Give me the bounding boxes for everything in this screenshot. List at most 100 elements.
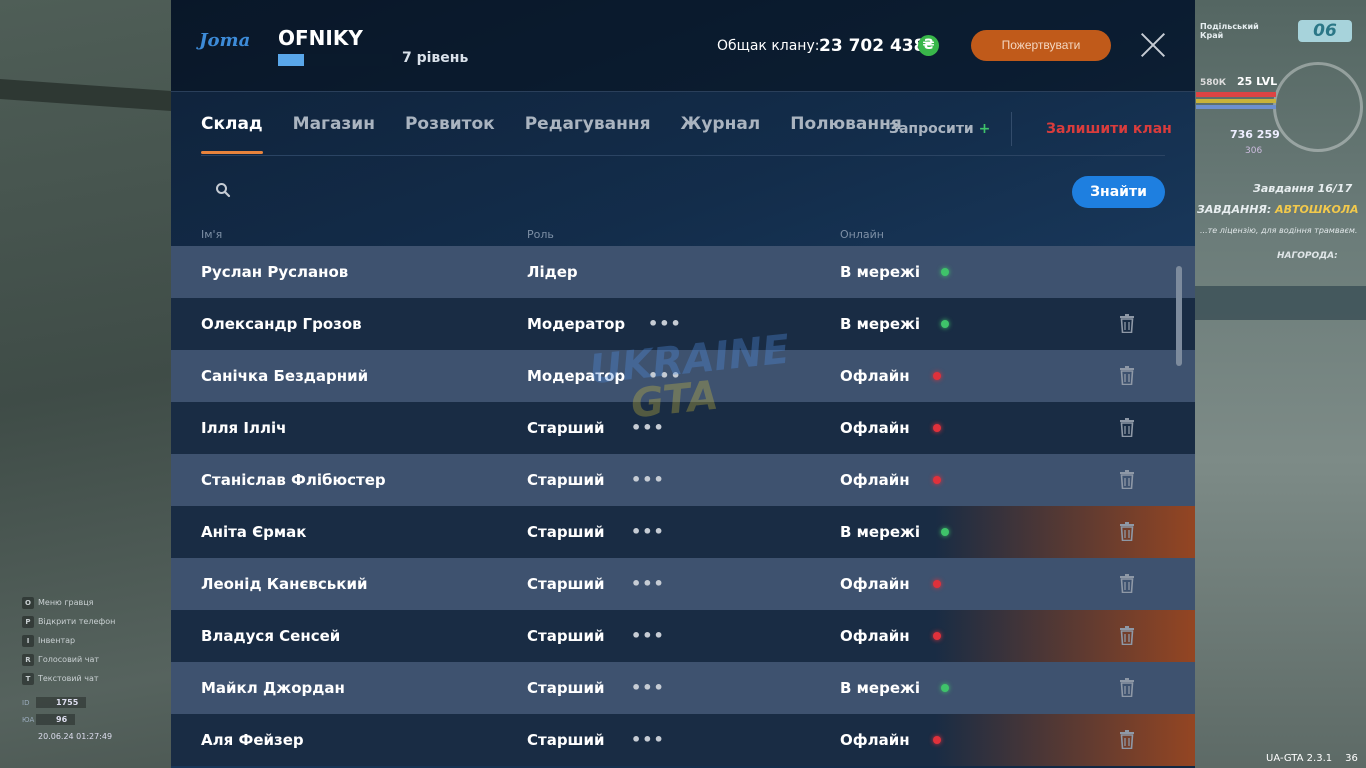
- member-role: Модератор: [527, 315, 626, 333]
- quest-name: ЗАВДАННЯ: АВТОШКОЛА: [1197, 203, 1359, 216]
- table-row[interactable]: Владуся Сенсей Старший ••• Офлайн: [171, 610, 1195, 662]
- quest-value: АВТОШКОЛА: [1275, 203, 1359, 216]
- member-name: Руслан Русланов: [201, 263, 349, 281]
- member-status: Офлайн: [840, 471, 910, 489]
- more-options-icon[interactable]: •••: [648, 314, 682, 333]
- donate-button[interactable]: Пожертвувати: [971, 30, 1111, 61]
- status-indicator: [933, 736, 941, 744]
- plus-icon: +: [978, 121, 991, 137]
- trash-icon[interactable]: [1119, 678, 1135, 697]
- member-role: Старший: [527, 471, 605, 489]
- clan-level: 7 рівень: [402, 50, 469, 66]
- member-name: Леонід Канєвський: [201, 575, 368, 593]
- find-button[interactable]: Знайти: [1072, 176, 1165, 208]
- tab-item[interactable]: Розвиток: [405, 114, 495, 154]
- member-role: Старший: [527, 575, 605, 593]
- stat-value: 96: [36, 714, 76, 725]
- hud-cash: 736 259: [1230, 128, 1280, 141]
- member-status: Офлайн: [840, 575, 910, 593]
- status-indicator: [933, 632, 941, 640]
- quest-label: ЗАВДАННЯ:: [1197, 203, 1272, 216]
- level-progress-fill: [278, 54, 305, 66]
- background-bar: [1195, 286, 1366, 320]
- game-version: UA-GTA 2.3.1 36: [1266, 753, 1358, 764]
- keybind-key: R: [22, 653, 34, 666]
- tab-item[interactable]: Полювання: [790, 114, 902, 154]
- status-indicator: [933, 580, 941, 588]
- member-name: Майкл Джордан: [201, 679, 345, 697]
- member-role: Старший: [527, 731, 605, 749]
- quest-title: Завдання 16/17: [1253, 182, 1353, 195]
- currency-icon: ₴: [918, 35, 939, 56]
- table-row[interactable]: Леонід Канєвський Старший ••• Офлайн: [171, 558, 1195, 610]
- members-table: Руслан Русланов Лідер В мережі Олександр Гр…: [171, 246, 1195, 766]
- status-indicator: [933, 372, 941, 380]
- member-role: Старший: [527, 523, 605, 541]
- more-options-icon[interactable]: •••: [631, 574, 665, 593]
- treasury-value: 23 702 438: [819, 36, 926, 56]
- more-options-icon[interactable]: •••: [631, 470, 665, 489]
- tab-item[interactable]: Склад: [201, 114, 263, 154]
- trash-icon[interactable]: [1119, 730, 1135, 749]
- keybind-key: O: [22, 596, 34, 609]
- trash-icon[interactable]: [1119, 574, 1135, 593]
- close-icon[interactable]: [1140, 32, 1166, 58]
- trash-icon[interactable]: [1119, 314, 1135, 333]
- hud-region-name: Подільський Край: [1200, 22, 1259, 40]
- column-header-name: Ім'я: [201, 228, 223, 241]
- table-row[interactable]: Аля Фейзер Старший ••• Офлайн: [171, 714, 1195, 766]
- more-options-icon[interactable]: •••: [631, 522, 665, 541]
- member-status: В мережі: [840, 263, 921, 281]
- tab-bar: Склад Магазин Розвиток Редагування Журнал Пол…: [201, 114, 932, 154]
- status-indicator: [941, 268, 949, 276]
- search-icon: [216, 183, 231, 198]
- hud-coins: 306: [1245, 146, 1263, 156]
- trash-icon[interactable]: [1119, 626, 1135, 645]
- member-role: Лідер: [527, 263, 578, 281]
- trash-icon[interactable]: [1119, 366, 1135, 385]
- hud-hunger-bar: [1196, 99, 1276, 103]
- table-row[interactable]: Майкл Джордан Старший ••• В мережі: [171, 662, 1195, 714]
- tab-item[interactable]: Журнал: [681, 114, 761, 154]
- leave-clan-button[interactable]: Залишити клан: [1046, 121, 1172, 137]
- column-header-role: Роль: [527, 228, 554, 241]
- tab-divider: [201, 155, 1165, 156]
- member-status: В мережі: [840, 315, 921, 333]
- trash-icon[interactable]: [1119, 522, 1135, 541]
- clan-logo: Joma: [199, 30, 251, 51]
- keybind-label: Текстовий чат: [38, 674, 99, 683]
- invite-label: Запросити: [889, 121, 974, 137]
- more-options-icon[interactable]: •••: [631, 626, 665, 645]
- quest-reward: НАГОРОДА:: [1277, 251, 1338, 261]
- trash-icon[interactable]: [1119, 418, 1135, 437]
- member-status: В мережі: [840, 679, 921, 697]
- member-status: Офлайн: [840, 731, 910, 749]
- hud-health-bar: [1196, 92, 1276, 97]
- hud-armor-bar: [1196, 105, 1276, 109]
- column-header-online: Онлайн: [840, 228, 884, 241]
- stat-label: ЮА: [22, 715, 35, 724]
- watermark-line2: GTA: [628, 372, 721, 428]
- table-row[interactable]: Руслан Русланов Лідер В мережі: [171, 246, 1195, 298]
- more-options-icon[interactable]: •••: [631, 678, 665, 697]
- keybind-label: Відкрити телефон: [38, 617, 116, 626]
- keybind-label: Меню гравця: [38, 598, 94, 607]
- table-row[interactable]: Аніта Єрмак Старший ••• В мережі: [171, 506, 1195, 558]
- status-indicator: [941, 528, 949, 536]
- level-progress-bar: [278, 54, 392, 66]
- hud-region-number: 06: [1298, 20, 1352, 42]
- scrollbar[interactable]: [1176, 266, 1182, 366]
- search-input[interactable]: [243, 176, 1043, 208]
- stat-value: 1755: [36, 697, 87, 708]
- status-indicator: [941, 684, 949, 692]
- tab-item[interactable]: Магазин: [293, 114, 375, 154]
- more-options-icon[interactable]: •••: [631, 730, 665, 749]
- version-edge: 36: [1345, 753, 1358, 764]
- trash-icon[interactable]: [1119, 470, 1135, 489]
- quest-description: ...те ліцензію, для водіння трамваєм.: [1200, 226, 1358, 235]
- tab-item[interactable]: Редагування: [525, 114, 651, 154]
- invite-button[interactable]: Запросити +: [889, 121, 990, 137]
- table-row[interactable]: Станіслав Флібюстер Старший ••• Офлайн: [171, 454, 1195, 506]
- treasury-label: Общак клану:: [717, 38, 820, 54]
- hud-minimap: [1273, 62, 1363, 152]
